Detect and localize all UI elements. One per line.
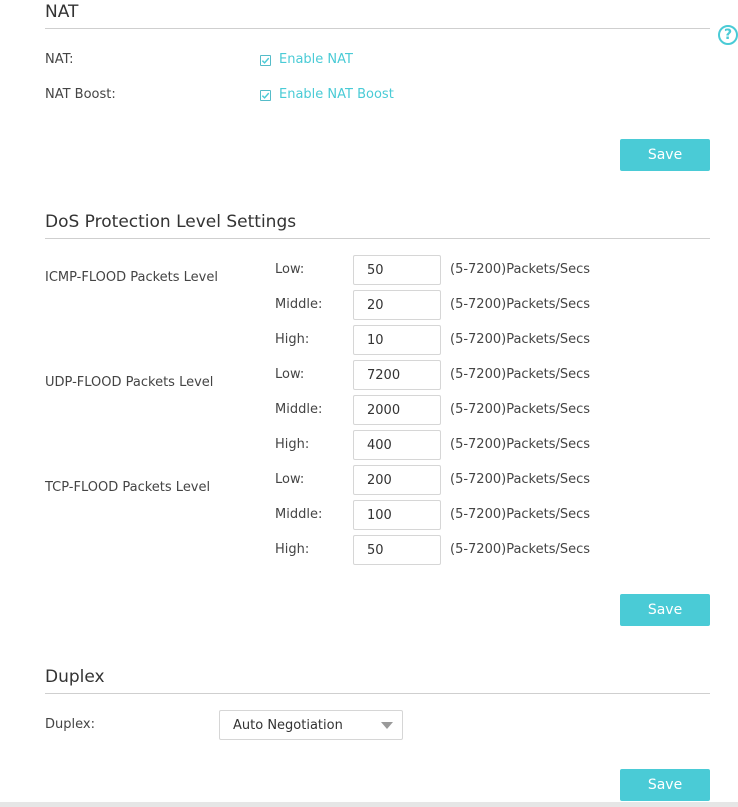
tcp-middle-input[interactable] (353, 500, 441, 530)
enable-nat-boost-label: Enable NAT Boost (279, 87, 394, 102)
duplex-save-button[interactable]: Save (620, 769, 710, 801)
icmp-middle-label: Middle: (275, 297, 323, 312)
nat-save-button[interactable]: Save (620, 139, 710, 171)
duplex-section-title: Duplex (45, 667, 105, 687)
udp-high-range: (5-7200)Packets/Secs (450, 437, 591, 452)
duplex-label: Duplex: (45, 717, 95, 732)
enable-nat-boost-checkbox[interactable]: Enable NAT Boost (260, 86, 394, 104)
udp-high-input[interactable] (353, 430, 441, 460)
udp-low-label: Low: (275, 367, 305, 382)
bottom-scroll-edge (0, 802, 738, 807)
tcp-high-label: High: (275, 542, 310, 557)
dos-divider (45, 238, 710, 239)
dos-section-title: DoS Protection Level Settings (45, 212, 297, 232)
nat-section-title: NAT (45, 2, 79, 22)
enable-nat-label: Enable NAT (279, 52, 353, 67)
tcp-high-input[interactable] (353, 535, 441, 565)
udp-low-input[interactable] (353, 360, 441, 390)
nat-label: NAT: (45, 52, 74, 67)
icmp-middle-range: (5-7200)Packets/Secs (450, 297, 591, 312)
icmp-high-range: (5-7200)Packets/Secs (450, 332, 591, 347)
udp-middle-input[interactable] (353, 395, 441, 425)
dos-save-button[interactable]: Save (620, 594, 710, 626)
chevron-down-icon[interactable] (381, 721, 393, 729)
checkbox-checked-icon[interactable] (260, 54, 271, 66)
tcp-low-range: (5-7200)Packets/Secs (450, 472, 591, 487)
tcp-low-label: Low: (275, 472, 305, 487)
duplex-divider (45, 693, 710, 694)
icmp-high-label: High: (275, 332, 310, 347)
checkbox-checked-icon[interactable] (260, 89, 271, 101)
nat-divider (45, 28, 710, 29)
tcp-flood-label: TCP-FLOOD Packets Level (45, 480, 211, 495)
tcp-middle-range: (5-7200)Packets/Secs (450, 507, 591, 522)
udp-low-range: (5-7200)Packets/Secs (450, 367, 591, 382)
icmp-low-range: (5-7200)Packets/Secs (450, 262, 591, 277)
icmp-flood-label: ICMP-FLOOD Packets Level (45, 270, 218, 285)
icmp-low-input[interactable] (353, 255, 441, 285)
udp-flood-label: UDP-FLOOD Packets Level (45, 375, 214, 390)
udp-middle-label: Middle: (275, 402, 323, 417)
duplex-selected-value: Auto Negotiation (233, 717, 343, 733)
enable-nat-checkbox[interactable]: Enable NAT (260, 51, 353, 69)
icmp-low-label: Low: (275, 262, 305, 277)
udp-middle-range: (5-7200)Packets/Secs (450, 402, 591, 417)
help-icon[interactable]: ? (718, 25, 738, 45)
tcp-low-input[interactable] (353, 465, 441, 495)
nat-boost-label: NAT Boost: (45, 87, 116, 102)
udp-high-label: High: (275, 437, 310, 452)
duplex-select[interactable]: Auto Negotiation (219, 710, 403, 740)
icmp-high-input[interactable] (353, 325, 441, 355)
tcp-high-range: (5-7200)Packets/Secs (450, 542, 591, 557)
icmp-middle-input[interactable] (353, 290, 441, 320)
tcp-middle-label: Middle: (275, 507, 323, 522)
